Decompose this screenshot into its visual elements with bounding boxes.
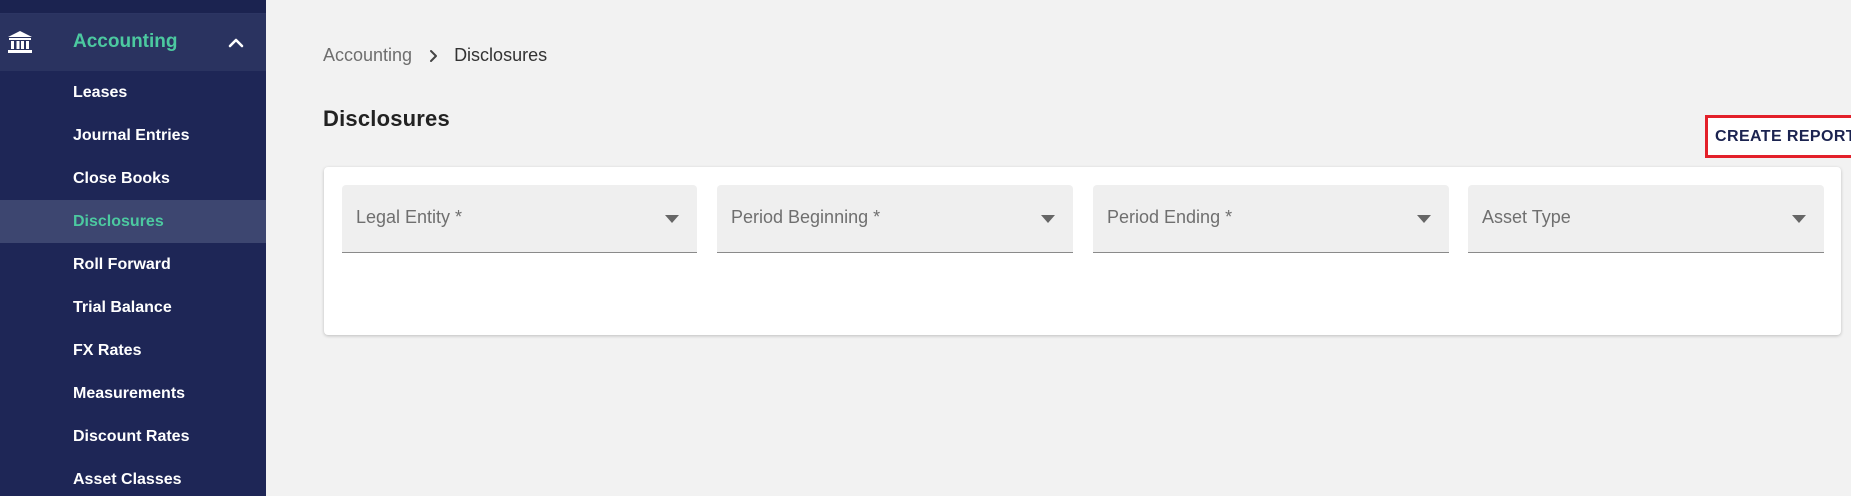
page-title: Disclosures	[323, 106, 450, 131]
sidebar-item-label: Leases	[73, 83, 128, 101]
breadcrumb-current: Disclosures	[454, 45, 548, 65]
asset-type-select[interactable]: Asset Type	[1468, 185, 1824, 253]
sidebar-item-label: Close Books	[73, 169, 170, 187]
legal-entity-label: Legal Entity *	[356, 207, 463, 227]
report-filter-card: Legal Entity * Period Beginning * Period…	[324, 167, 1841, 335]
sidebar-item-measurements[interactable]: Measurements	[0, 372, 266, 415]
sidebar-item-trial-balance[interactable]: Trial Balance	[0, 286, 266, 329]
legal-entity-select[interactable]: Legal Entity *	[342, 185, 697, 253]
sidebar-item-roll-forward[interactable]: Roll Forward	[0, 243, 266, 286]
sidebar-item-leases[interactable]: Leases	[0, 71, 266, 114]
period-ending-label: Period Ending *	[1107, 207, 1233, 227]
period-beginning-label: Period Beginning *	[731, 207, 881, 227]
sidebar-top-strip	[0, 0, 266, 14]
sidebar-item-label: Discount Rates	[73, 427, 190, 445]
sidebar-item-label: Trial Balance	[73, 298, 172, 316]
dropdown-arrow-icon	[1417, 215, 1431, 223]
sidebar-item-label: Disclosures	[73, 212, 164, 230]
app-root: Accounting Leases Journal Entries Close …	[0, 0, 1851, 496]
main-content: Accounting Disclosures Disclosures Legal…	[266, 0, 1851, 496]
create-report-button[interactable]: CREATE REPORT	[1705, 115, 1851, 158]
sidebar-section-label: Accounting	[73, 31, 178, 52]
chevron-up-icon[interactable]	[225, 32, 247, 54]
bank-icon	[8, 31, 32, 53]
chevron-right-icon	[430, 49, 438, 62]
sidebar-item-close-books[interactable]: Close Books	[0, 157, 266, 200]
period-ending-select[interactable]: Period Ending *	[1093, 185, 1449, 253]
sidebar-item-discount-rates[interactable]: Discount Rates	[0, 415, 266, 458]
sidebar-item-label: Journal Entries	[73, 126, 190, 144]
sidebar-item-label: Roll Forward	[73, 255, 171, 273]
dropdown-arrow-icon	[1041, 215, 1055, 223]
asset-type-label: Asset Type	[1482, 207, 1571, 227]
breadcrumb-root-link[interactable]: Accounting	[323, 45, 412, 66]
breadcrumb: Accounting Disclosures	[323, 45, 547, 66]
sidebar-item-label: FX Rates	[73, 341, 142, 359]
dropdown-arrow-icon	[665, 215, 679, 223]
sidebar-item-journal-entries[interactable]: Journal Entries	[0, 114, 266, 157]
sidebar-item-label: Asset Classes	[73, 470, 182, 488]
period-beginning-select[interactable]: Period Beginning *	[717, 185, 1073, 253]
sidebar-item-asset-classes[interactable]: Asset Classes	[0, 458, 266, 496]
sidebar-sub-list: Leases Journal Entries Close Books Discl…	[0, 71, 266, 496]
sidebar-item-disclosures[interactable]: Disclosures	[0, 200, 266, 243]
sidebar-item-fx-rates[interactable]: FX Rates	[0, 329, 266, 372]
sidebar-item-label: Measurements	[73, 384, 186, 402]
sidebar-section-accounting[interactable]: Accounting	[0, 14, 266, 71]
dropdown-arrow-icon	[1792, 215, 1806, 223]
sidebar: Accounting Leases Journal Entries Close …	[0, 0, 266, 496]
